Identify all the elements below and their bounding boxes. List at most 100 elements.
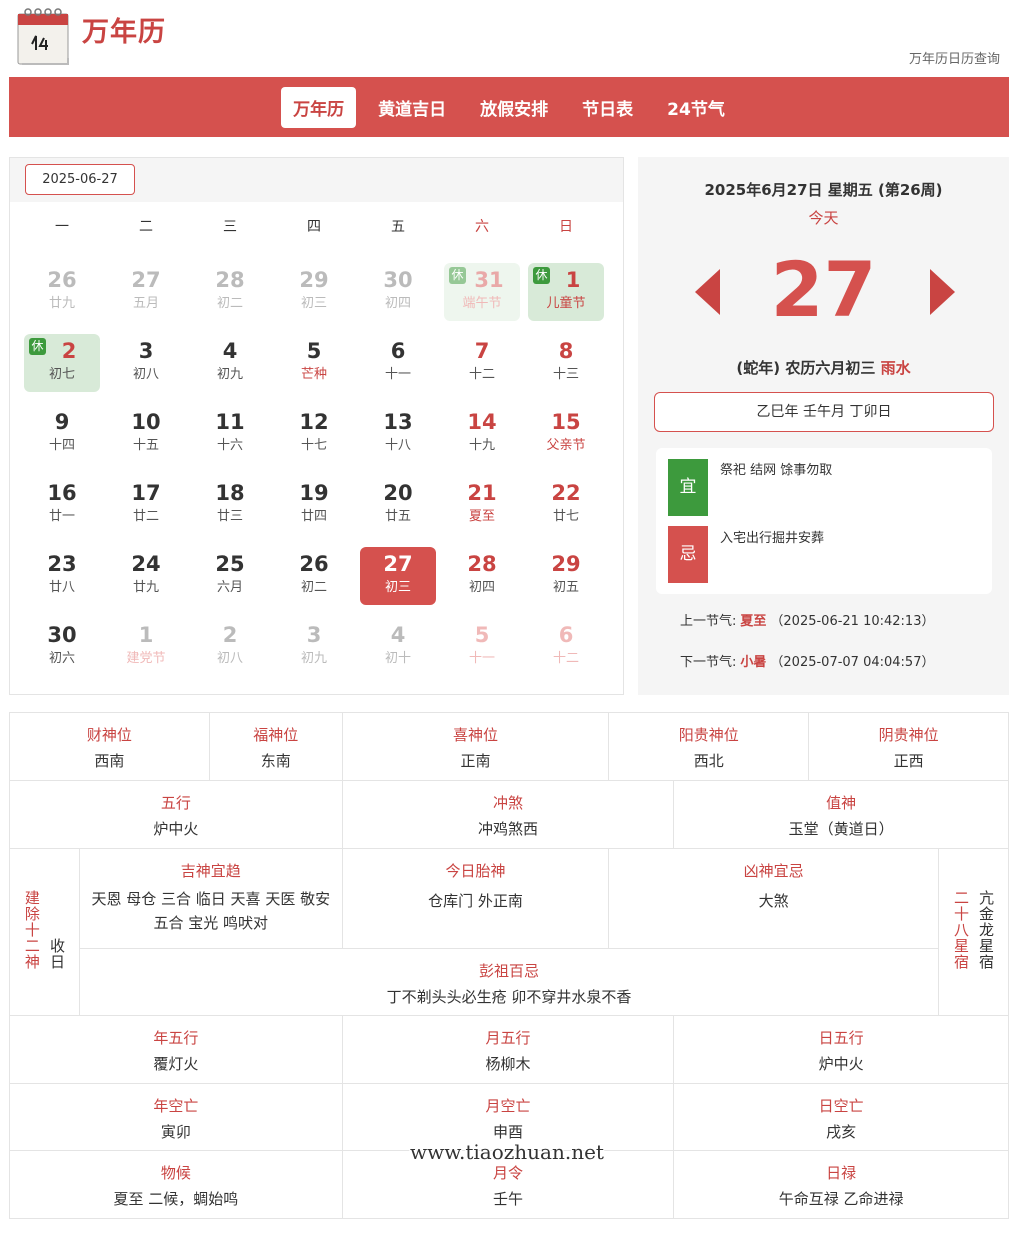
calendar-day[interactable]: 8 十三	[528, 334, 604, 392]
calendar-day[interactable]: 6 十二	[528, 618, 604, 676]
yueling-label: 月令	[492, 1164, 523, 1182]
nian-wuxing-cell: 年五行 覆灯火	[9, 1015, 343, 1084]
prev-term-name[interactable]: 夏至	[740, 614, 766, 629]
site-subtitle: 万年历日历查询	[908, 52, 1000, 67]
calendar-day[interactable]: 13 十八	[360, 405, 436, 463]
day-number: 17	[131, 481, 161, 505]
ganzhi-box: 乙巳年 壬午月 丁卯日	[654, 392, 994, 432]
calendar-day[interactable]: 休 2 初七	[24, 334, 100, 392]
calendar-day[interactable]: 20 廿五	[360, 476, 436, 534]
calendar-day[interactable]: 30 初六	[24, 618, 100, 676]
calendar-day[interactable]: 1 建党节	[108, 618, 184, 676]
calendar-cell: 10 十五	[104, 398, 188, 469]
calendar-day[interactable]: 26 廿九	[24, 263, 100, 321]
calendar-week-row: 9 十四 10 十五 11 十六 12 十七 13 十八 14 十九 15 父亲节	[20, 398, 610, 469]
calendar-day[interactable]: 28 初四	[444, 547, 520, 605]
jishen-value: 天恩 母仓 三合 临日 天喜 天医 敬安 五合 宝光 鸣吠对	[91, 890, 331, 932]
calendar-day[interactable]: 24 廿九	[108, 547, 184, 605]
lunar-day: 初十	[384, 651, 411, 666]
calendar-cell: 26 初二	[272, 540, 356, 611]
lunar-day: 初四	[384, 296, 411, 311]
wuhou-cell: 物候 夏至 二候，蜩始鸣	[9, 1150, 343, 1219]
nav-huangdaojiri[interactable]: 黄道吉日	[366, 87, 458, 128]
wuxing-cell: 五行 炉中火	[9, 780, 343, 849]
day-number: 26	[47, 268, 77, 292]
calendar-day[interactable]: 11 十六	[192, 405, 268, 463]
day-number: 9	[54, 410, 70, 434]
calendar-day[interactable]: 10 十五	[108, 405, 184, 463]
calendar-day[interactable]: 21 夏至	[444, 476, 520, 534]
calendar-day[interactable]: 5 芒种	[276, 334, 352, 392]
next-term-time: （2025-07-07 04:04:57）	[770, 655, 935, 670]
calendar-day-today[interactable]: 27 初三	[360, 547, 436, 605]
today-link[interactable]: 今天	[638, 207, 1009, 228]
site-name[interactable]: 万年历	[82, 10, 166, 49]
calendar-day[interactable]: 4 初九	[192, 334, 268, 392]
calendar-day[interactable]: 16 廿一	[24, 476, 100, 534]
calendar-day[interactable]: 休 1 儿童节	[528, 263, 604, 321]
calendar-day[interactable]: 29 初三	[276, 263, 352, 321]
calendar-day[interactable]: 12 十七	[276, 405, 352, 463]
calendar-day[interactable]: 30 初四	[360, 263, 436, 321]
nav-wannianli[interactable]: 万年历	[281, 86, 357, 128]
ji-text: 入宅出行掘井安葬	[720, 531, 825, 546]
calendar-day[interactable]: 26 初二	[276, 547, 352, 605]
ri-wuxing-value: 炉中火	[818, 1055, 864, 1073]
nav-24jieqi[interactable]: 24节气	[655, 87, 737, 128]
caishen-cell: 财神位 西南	[9, 712, 210, 781]
calendar-day[interactable]: 25 六月	[192, 547, 268, 605]
next-term-name[interactable]: 小暑	[740, 655, 766, 670]
lunar-day: 十三	[552, 367, 579, 382]
calendar-day[interactable]: 14 十九	[444, 405, 520, 463]
lunar-day: 初三	[384, 580, 411, 595]
calendar-day[interactable]: 15 父亲节	[528, 405, 604, 463]
calendar-cell: 19 廿四	[272, 469, 356, 540]
weekday-label: 四	[307, 219, 321, 235]
calendar-day[interactable]: 27 五月	[108, 263, 184, 321]
weekday-header: 一 二 三 四 五 六 日	[20, 216, 610, 236]
calendar-cell: 5 十一	[440, 611, 524, 682]
lunar-day: 芒种	[300, 367, 327, 382]
day-number: 12	[299, 410, 329, 434]
calendar-day[interactable]: 28 初二	[192, 263, 268, 321]
calendar-cell: 28 初二	[188, 256, 272, 327]
lunar-day: 十二	[552, 651, 579, 666]
calendar-day[interactable]: 2 初八	[192, 618, 268, 676]
day-number: 28	[215, 268, 245, 292]
calendar-day[interactable]: 18 廿三	[192, 476, 268, 534]
calendar-cell: 26 廿九	[20, 256, 104, 327]
lunar-day: 五月	[132, 296, 159, 311]
calendar-day[interactable]: 3 初八	[108, 334, 184, 392]
calendar-day[interactable]: 19 廿四	[276, 476, 352, 534]
lunar-day: 廿二	[132, 509, 159, 524]
calendar-day[interactable]: 22 廿七	[528, 476, 604, 534]
calendar-day[interactable]: 29 初五	[528, 547, 604, 605]
calendar-day[interactable]: 9 十四	[24, 405, 100, 463]
chongsha-cell: 冲煞 冲鸡煞西	[341, 780, 675, 849]
day-number: 27	[131, 268, 161, 292]
weekday-label: 五	[391, 219, 405, 235]
nian-kongwang-label: 年空亡	[153, 1097, 199, 1115]
nav-jieribiao[interactable]: 节日表	[570, 87, 645, 128]
ri-wuxing-cell: 日五行 炉中火	[673, 1015, 1009, 1084]
date-picker-input[interactable]: 2025-06-27	[25, 164, 135, 195]
calendar-page-icon[interactable]	[14, 6, 74, 66]
caishen-value: 西南	[94, 752, 125, 770]
yanggui-label: 阳贵神位	[678, 726, 739, 744]
pengzu-cell: 彭祖百忌 丁不剃头头必生疮 卯不穿井水泉不香	[78, 948, 939, 1016]
nav-fangjiaanpai[interactable]: 放假安排	[468, 87, 560, 128]
calendar-day[interactable]: 5 十一	[444, 618, 520, 676]
calendar-day[interactable]: 3 初九	[276, 618, 352, 676]
calendar-day[interactable]: 休 31 端午节	[444, 263, 520, 321]
yi-ji-card: 宜 祭祀 结网 馀事勿取 忌 入宅出行掘井安葬	[656, 448, 992, 594]
lunar-day: 初五	[552, 580, 579, 595]
calendar-day[interactable]: 6 十一	[360, 334, 436, 392]
calendar-day[interactable]: 17 廿二	[108, 476, 184, 534]
next-day-arrow-icon[interactable]	[930, 269, 955, 315]
xishen-value: 正南	[460, 752, 491, 770]
calendar-day[interactable]: 4 初十	[360, 618, 436, 676]
calendar-week-row: 休 2 初七 3 初八 4 初九 5 芒种 6 十一 7 十二 8 十三	[20, 327, 610, 398]
rilu-value: 午命互禄 乙命进禄	[778, 1190, 904, 1208]
calendar-day[interactable]: 23 廿八	[24, 547, 100, 605]
calendar-day[interactable]: 7 十二	[444, 334, 520, 392]
